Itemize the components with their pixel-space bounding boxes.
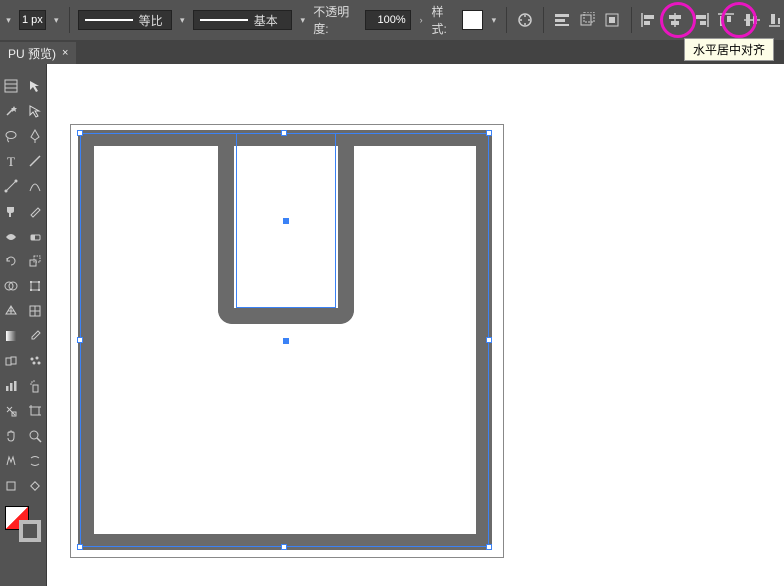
tool-pen[interactable] <box>24 124 47 148</box>
opacity-value[interactable]: 100% <box>365 10 411 30</box>
document-tab-row: PU 预览) × <box>0 40 784 64</box>
tool-scale[interactable] <box>24 249 47 273</box>
tool-eyedrop[interactable] <box>24 324 47 348</box>
profile-label: 基本 <box>254 12 278 29</box>
tool-rotate[interactable] <box>0 249 23 273</box>
align-top-icon[interactable] <box>716 9 736 31</box>
dash-label: 等比 <box>139 12 163 29</box>
tool-hand[interactable] <box>0 424 23 448</box>
document-tab[interactable]: PU 预览) × <box>0 42 76 64</box>
selection-handle[interactable] <box>77 337 83 343</box>
tool-lasso[interactable] <box>0 124 23 148</box>
tool-symbol[interactable] <box>24 349 47 373</box>
align-hcenter-icon[interactable] <box>665 9 685 31</box>
tool-glyph2[interactable] <box>24 449 47 473</box>
selection-handle[interactable] <box>486 337 492 343</box>
profile-dropdown[interactable]: ▾ <box>298 11 307 29</box>
tool-direct[interactable] <box>24 99 47 123</box>
selection-handle[interactable] <box>281 544 287 550</box>
tool-pencil[interactable] <box>24 199 47 223</box>
tool-curvature[interactable] <box>24 174 47 198</box>
stroke-weight-dropdown[interactable]: ▾ <box>52 11 61 29</box>
tool-free-transform[interactable] <box>24 274 47 298</box>
dash-dropdown[interactable]: ▾ <box>178 11 187 29</box>
opacity-label: 不透明度: <box>313 3 359 37</box>
stroke-weight-value[interactable]: 1 px <box>19 10 46 30</box>
close-icon[interactable]: × <box>62 47 68 59</box>
separator <box>543 7 544 33</box>
dash-style[interactable]: 等比 <box>78 10 172 30</box>
transform-icon[interactable] <box>577 9 597 31</box>
center-anchor <box>283 218 289 224</box>
tab-title: PU 预览) <box>8 45 56 62</box>
tool-mesh[interactable] <box>24 299 47 323</box>
tool-segment[interactable] <box>24 149 47 173</box>
separator <box>69 7 70 33</box>
tools-panel: T <box>0 64 47 586</box>
tool-artboard[interactable] <box>24 399 47 423</box>
stroke-dropdown-glyph[interactable]: ▾ <box>4 11 13 29</box>
fill-stroke-indicator[interactable] <box>5 506 41 542</box>
selection-handle[interactable] <box>486 544 492 550</box>
tool-slice[interactable] <box>0 399 23 423</box>
align-prefs-icon[interactable] <box>552 9 572 31</box>
selection-handle[interactable] <box>281 130 287 136</box>
tool-wand[interactable] <box>0 99 23 123</box>
options-bar: ▾ 1 px ▾ 等比 ▾ 基本 ▾ 不透明度: 100% › 样式: ▾ <box>0 0 784 40</box>
style-label: 样式: <box>432 3 456 37</box>
align-left-icon[interactable] <box>640 9 660 31</box>
tool-glyph1[interactable] <box>0 449 23 473</box>
tool-gradient[interactable] <box>0 324 23 348</box>
isolate-icon[interactable] <box>603 9 623 31</box>
stroke-profile[interactable]: 基本 <box>193 10 293 30</box>
tool-type[interactable]: T <box>0 149 23 173</box>
tool-arrow[interactable] <box>24 74 47 98</box>
align-bottom-icon[interactable] <box>768 9 780 31</box>
tool-zoom[interactable] <box>24 424 47 448</box>
graphic-style-swatch[interactable] <box>462 10 484 30</box>
align-vcenter-icon[interactable] <box>742 9 762 31</box>
tool-column[interactable] <box>0 374 23 398</box>
tool-eraser[interactable] <box>24 224 47 248</box>
tool-perspective[interactable] <box>0 299 23 323</box>
recolor-icon[interactable] <box>515 9 535 31</box>
opacity-dropdown[interactable]: › <box>417 11 426 29</box>
tool-width[interactable] <box>0 224 23 248</box>
selection-handle[interactable] <box>486 130 492 136</box>
tool-texture[interactable] <box>0 74 23 98</box>
align-right-icon[interactable] <box>691 9 711 31</box>
tool-paint[interactable] <box>0 199 23 223</box>
tool-diamond[interactable] <box>24 474 47 498</box>
tool-spray[interactable] <box>24 374 47 398</box>
svg-text:T: T <box>7 154 15 168</box>
selection-handle[interactable] <box>77 130 83 136</box>
tool-blend[interactable] <box>0 349 23 373</box>
tooltip: 水平居中对齐 <box>684 38 774 61</box>
separator <box>506 7 507 33</box>
tool-shape-builder[interactable] <box>0 274 23 298</box>
tool-line[interactable] <box>0 174 23 198</box>
tool-square[interactable] <box>0 474 23 498</box>
center-anchor <box>283 338 289 344</box>
separator <box>631 7 632 33</box>
selection-handle[interactable] <box>77 544 83 550</box>
style-dropdown[interactable]: ▾ <box>489 11 498 29</box>
